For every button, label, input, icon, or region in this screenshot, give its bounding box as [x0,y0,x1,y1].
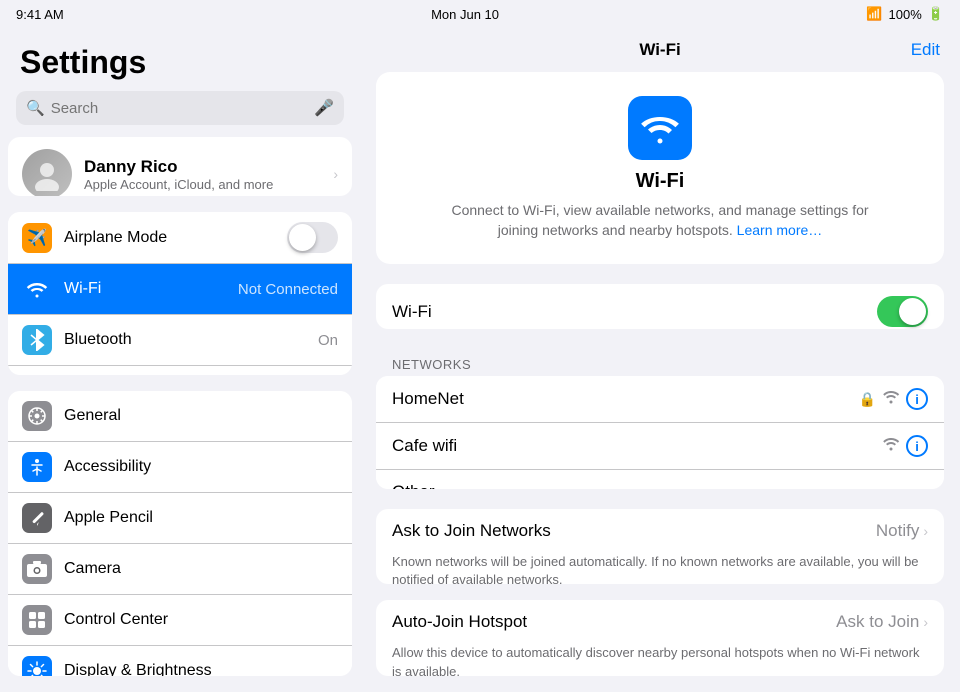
search-icon: 🔍 [26,99,45,117]
apple-pencil-icon [22,503,52,533]
status-bar: 9:41 AM Mon Jun 10 📶 100% 🔋 [0,0,960,28]
ask-to-join-section: Ask to Join Networks Notify › Known netw… [376,509,944,585]
profile-name: Danny Rico [84,157,321,177]
bluetooth-icon [22,325,52,355]
sidebar-item-control-center[interactable]: Control Center [8,595,352,646]
accessibility-label: Accessibility [64,458,338,476]
auto-join-section: Auto-Join Hotspot Ask to Join › Allow th… [376,600,944,676]
status-time: 9:41 AM [16,7,64,22]
sidebar-item-battery[interactable]: 🔋 Battery [8,366,352,375]
wifi-panel: Wi-Fi Edit Wi-Fi Connect to Wi-Fi, view … [360,28,960,692]
airplane-mode-label: Airplane Mode [64,229,275,247]
auto-join-chevron-icon: › [923,614,928,630]
display-brightness-label: Display & Brightness [64,662,338,676]
ask-to-join-label: Ask to Join Networks [392,521,876,541]
nav-title: Wi-Fi [639,40,680,60]
network-icons-homenet: 🔒 i [859,388,928,410]
wifi-signal-icon-cafe [882,437,900,456]
auto-join-row[interactable]: Auto-Join Hotspot Ask to Join › [376,600,944,644]
network-info-button-cafe[interactable]: i [906,435,928,457]
control-center-label: Control Center [64,611,338,629]
network-name-other: Other… [392,482,928,489]
sidebar-item-display-brightness[interactable]: Display & Brightness [8,646,352,676]
wifi-value: Not Connected [238,281,338,298]
airplane-mode-toggle[interactable] [287,222,338,253]
wifi-toggle-label: Wi-Fi [392,302,877,322]
learn-more-link[interactable]: Learn more… [737,222,823,238]
networks-card: HomeNet 🔒 i Cafe wifi [376,376,944,489]
general-settings-section: General Accessibility [8,391,352,676]
network-row-homenet[interactable]: HomeNet 🔒 i [376,376,944,423]
profile-chevron-icon: › [333,166,338,182]
display-brightness-icon [22,656,52,676]
network-row-cafe-wifi[interactable]: Cafe wifi i [376,423,944,470]
wifi-icon [22,274,52,304]
camera-label: Camera [64,560,338,578]
quick-settings-section: ✈️ Airplane Mode Wi-Fi Not Connected [8,212,352,375]
ask-to-join-value: Notify [876,521,919,541]
bluetooth-value: On [318,332,338,349]
network-name-homenet: HomeNet [392,389,859,409]
network-icons-cafe: i [882,435,928,457]
ask-to-join-chevron-icon: › [923,523,928,539]
wifi-toggle-row[interactable]: Wi-Fi [376,284,944,329]
wifi-hero-title: Wi-Fi [636,170,685,193]
auto-join-value: Ask to Join [836,612,919,632]
sidebar: Settings 🔍 🎤 Danny Rico Apple Account, i… [0,28,360,692]
network-info-button-homenet[interactable]: i [906,388,928,410]
auto-join-desc: Allow this device to automatically disco… [376,644,944,676]
profile-item[interactable]: Danny Rico Apple Account, iCloud, and mo… [8,137,352,196]
general-icon [22,401,52,431]
wifi-hero-card: Wi-Fi Connect to Wi-Fi, view available n… [376,72,944,264]
networks-header: NETWORKS [360,349,960,376]
sidebar-item-apple-pencil[interactable]: Apple Pencil [8,493,352,544]
ask-to-join-desc: Known networks will be joined automatica… [376,553,944,585]
battery-icon: 🔋 [928,6,944,22]
auto-join-label: Auto-Join Hotspot [392,612,836,632]
ask-to-join-row[interactable]: Ask to Join Networks Notify › [376,509,944,553]
sidebar-item-accessibility[interactable]: Accessibility [8,442,352,493]
wifi-hero-icon [628,96,692,160]
control-center-icon [22,605,52,635]
nav-bar: Wi-Fi Edit [360,28,960,72]
wifi-hero-desc: Connect to Wi-Fi, view available network… [450,201,870,240]
sidebar-item-wifi[interactable]: Wi-Fi Not Connected [8,264,352,315]
apple-pencil-label: Apple Pencil [64,509,338,527]
wifi-toggle-card: Wi-Fi [376,284,944,329]
sidebar-title: Settings [0,28,360,91]
network-row-other[interactable]: Other… [376,470,944,489]
lock-icon: 🔒 [859,391,876,408]
wifi-status-icon: 📶 [866,6,882,22]
accessibility-icon [22,452,52,482]
sidebar-item-camera[interactable]: Camera [8,544,352,595]
avatar [22,149,72,196]
search-bar[interactable]: 🔍 🎤 [16,91,344,125]
profile-info: Danny Rico Apple Account, iCloud, and mo… [84,157,321,192]
bluetooth-label: Bluetooth [64,331,306,349]
airplane-mode-icon: ✈️ [22,223,52,253]
sidebar-item-airplane-mode[interactable]: ✈️ Airplane Mode [8,212,352,264]
wifi-toggle[interactable] [877,296,928,327]
profile-subtitle: Apple Account, iCloud, and more [84,177,321,192]
sidebar-item-bluetooth[interactable]: Bluetooth On [8,315,352,366]
network-name-cafe: Cafe wifi [392,436,882,456]
wifi-signal-icon [882,390,900,409]
general-label: General [64,407,338,425]
status-date: Mon Jun 10 [431,7,499,22]
battery-status: 100% [889,7,922,22]
camera-icon [22,554,52,584]
search-input[interactable] [51,100,308,117]
wifi-label: Wi-Fi [64,280,226,298]
sidebar-item-general[interactable]: General [8,391,352,442]
profile-section: Danny Rico Apple Account, iCloud, and mo… [8,137,352,196]
mic-icon: 🎤 [314,98,334,118]
edit-button[interactable]: Edit [911,40,940,60]
